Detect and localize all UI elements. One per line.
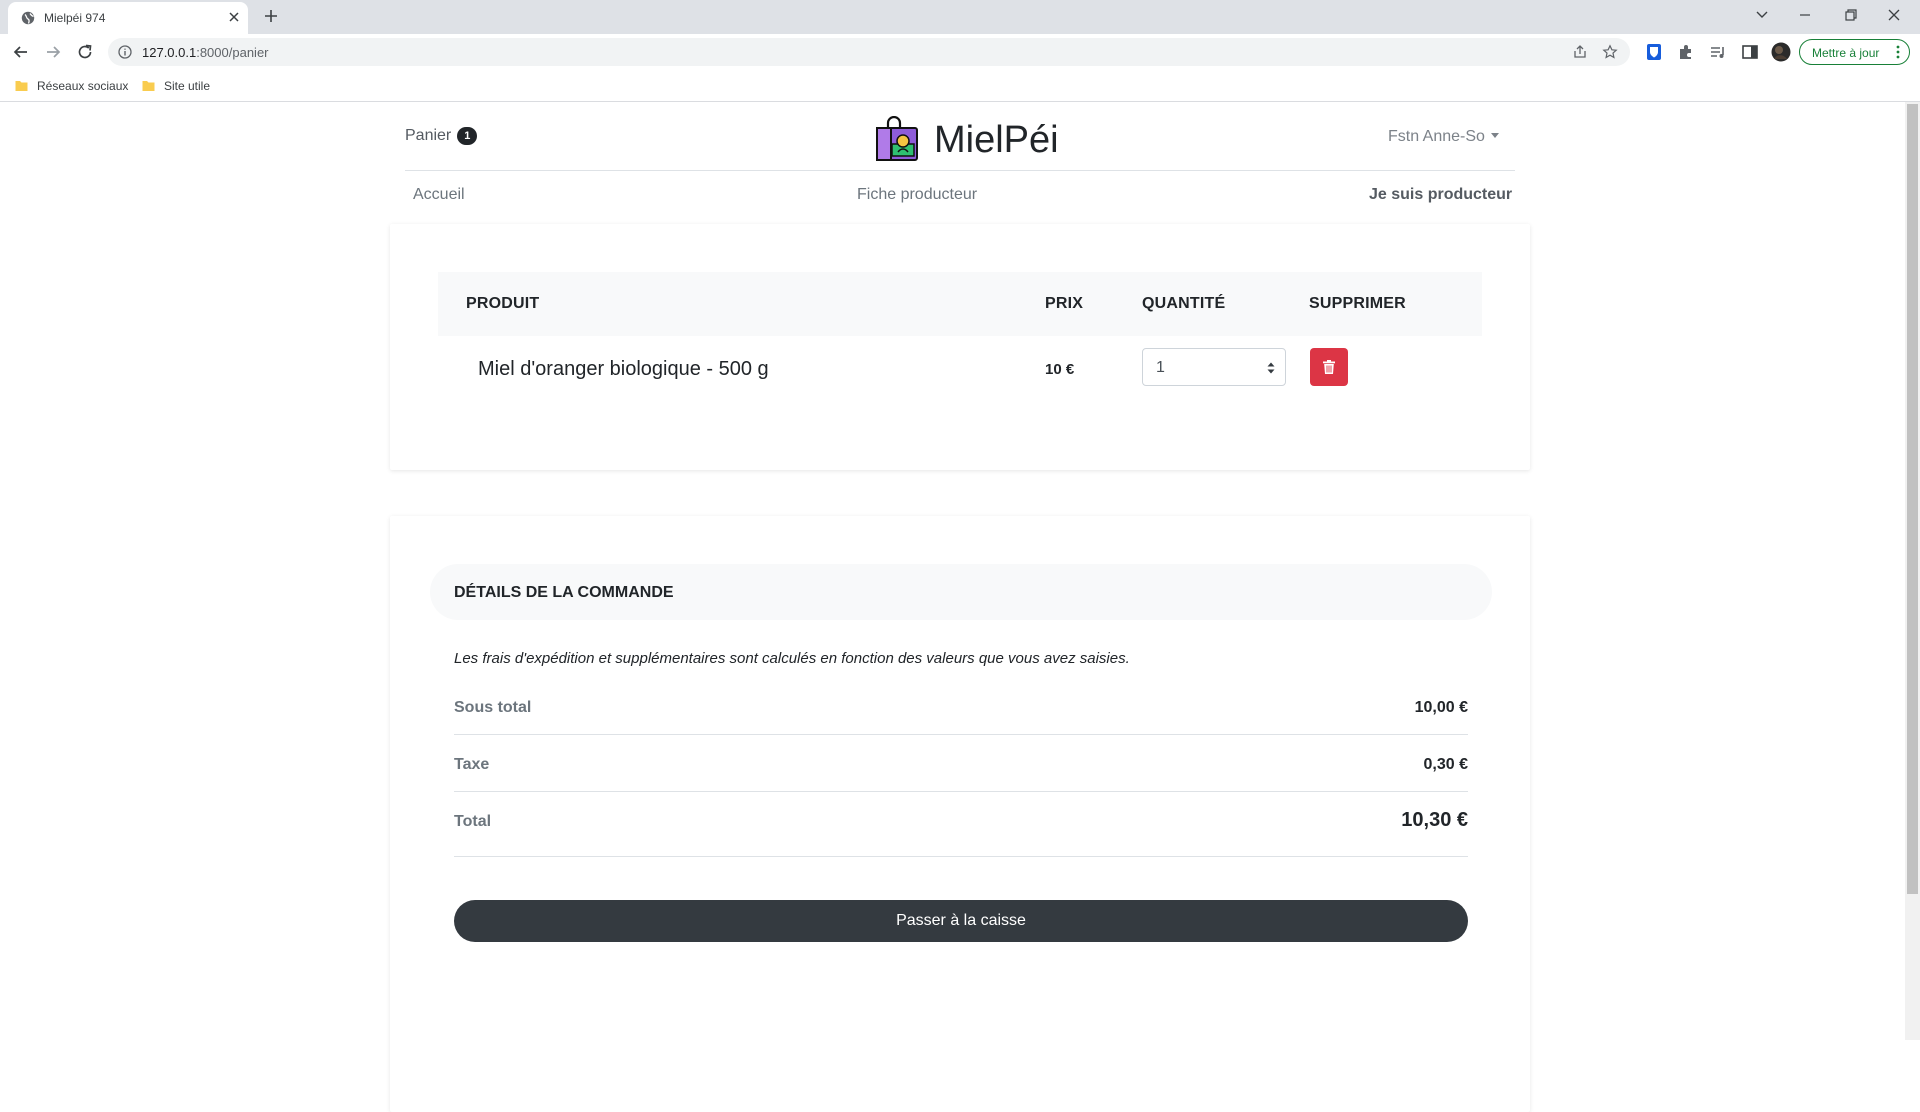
bookmark-folder-useful[interactable]: Site utile [142, 78, 222, 94]
browser-tab-strip: Mielpéi 974 [0, 0, 1920, 34]
shipping-note: Les frais d'expédition et supplémentaire… [454, 650, 1130, 667]
url-text: 127.0.0.1:8000/panier [142, 45, 269, 60]
bookmarks-bar: Réseaux sociaux Site utile [0, 70, 1920, 102]
cart-table-header: Produit Prix Quantité Supprimer [438, 272, 1482, 336]
restore-icon[interactable] [1836, 4, 1864, 26]
page-viewport: Panier 1 MielPéi Fstn Anne-So Accueil Fic… [0, 102, 1920, 1112]
extensions-puzzle-icon[interactable] [1676, 42, 1696, 62]
globe-icon [21, 11, 35, 25]
header-divider [405, 170, 1515, 171]
user-menu-dropdown[interactable]: Fstn Anne-So [1388, 128, 1499, 146]
browser-toolbar: 127.0.0.1:8000/panier Mettre à jour [0, 34, 1920, 70]
folder-icon [142, 81, 155, 91]
reload-icon[interactable] [75, 42, 95, 62]
cart-link[interactable]: Panier 1 [405, 127, 478, 145]
subtotal-value: 10,00 € [1414, 699, 1468, 716]
delete-item-button[interactable] [1310, 348, 1348, 386]
profile-avatar-icon[interactable] [1771, 42, 1791, 62]
caret-down-icon [1490, 133, 1499, 138]
site-info-icon[interactable] [118, 45, 132, 59]
column-header-delete: Supprimer [1309, 295, 1406, 312]
column-header-price: Prix [1045, 295, 1084, 312]
media-controls-icon[interactable] [1708, 42, 1728, 62]
browser-tab[interactable]: Mielpéi 974 [8, 2, 248, 34]
forward-icon[interactable] [43, 42, 63, 62]
checkout-button[interactable]: Passer à la caisse [454, 900, 1468, 942]
nav-producer-sheet[interactable]: Fiche producteur [857, 186, 977, 204]
quantity-value: 1 [1156, 359, 1165, 376]
tab-title: Mielpéi 974 [44, 11, 106, 25]
order-details-title: Détails de la commande [454, 584, 674, 601]
shopping-bag-logo-icon [876, 116, 918, 161]
back-icon[interactable] [11, 42, 31, 62]
tab-search-icon[interactable] [1748, 4, 1776, 26]
address-bar[interactable]: 127.0.0.1:8000/panier [108, 38, 1630, 66]
select-arrows-icon [1267, 362, 1275, 374]
total-value: 10,30 € [1401, 809, 1468, 831]
total-row: Total 10,30 € [454, 792, 1468, 857]
product-name[interactable]: Miel d'oranger biologique - 500 g [478, 358, 769, 381]
bookmark-star-icon[interactable] [1602, 44, 1618, 60]
nav-home[interactable]: Accueil [413, 186, 465, 204]
tax-row: Taxe 0,30 € [454, 735, 1468, 792]
cart-label: Panier [405, 127, 452, 144]
quantity-select[interactable]: 1 [1142, 348, 1286, 386]
tax-label: Taxe [454, 756, 490, 773]
brand-name: MielPéi [934, 119, 1059, 161]
total-label: Total [454, 813, 492, 830]
minimize-icon[interactable] [1791, 4, 1819, 26]
cart-card: Produit Prix Quantité Supprimer Miel d'o… [390, 224, 1530, 470]
folder-icon [15, 81, 28, 91]
bookmark-folder-social[interactable]: Réseaux sociaux [15, 78, 130, 94]
new-tab-icon[interactable] [262, 7, 280, 25]
page-scrollbar[interactable] [1905, 102, 1920, 1040]
column-header-quantity: Quantité [1142, 295, 1226, 312]
scrollbar-thumb[interactable] [1907, 104, 1918, 894]
trash-icon [1323, 360, 1335, 374]
more-vert-icon [1896, 45, 1900, 59]
column-header-product: Produit [466, 295, 540, 312]
side-panel-icon[interactable] [1740, 42, 1760, 62]
subtotal-label: Sous total [454, 699, 532, 716]
product-price: 10 € [1045, 361, 1075, 378]
subtotal-row: Sous total 10,00 € [454, 678, 1468, 735]
order-details-card: Détails de la commande Les frais d'expéd… [390, 516, 1530, 1112]
bitwarden-icon[interactable] [1644, 42, 1664, 62]
order-details-header: Détails de la commande [430, 564, 1492, 620]
cart-count-badge: 1 [457, 127, 478, 145]
nav-i-am-producer[interactable]: Je suis producteur [1369, 186, 1512, 204]
window-close-icon[interactable] [1880, 4, 1908, 26]
share-icon[interactable] [1572, 44, 1588, 60]
user-name: Fstn Anne-So [1388, 128, 1485, 145]
update-browser-button[interactable]: Mettre à jour [1799, 39, 1910, 65]
close-icon[interactable] [226, 9, 242, 25]
tax-value: 0,30 € [1423, 756, 1468, 773]
